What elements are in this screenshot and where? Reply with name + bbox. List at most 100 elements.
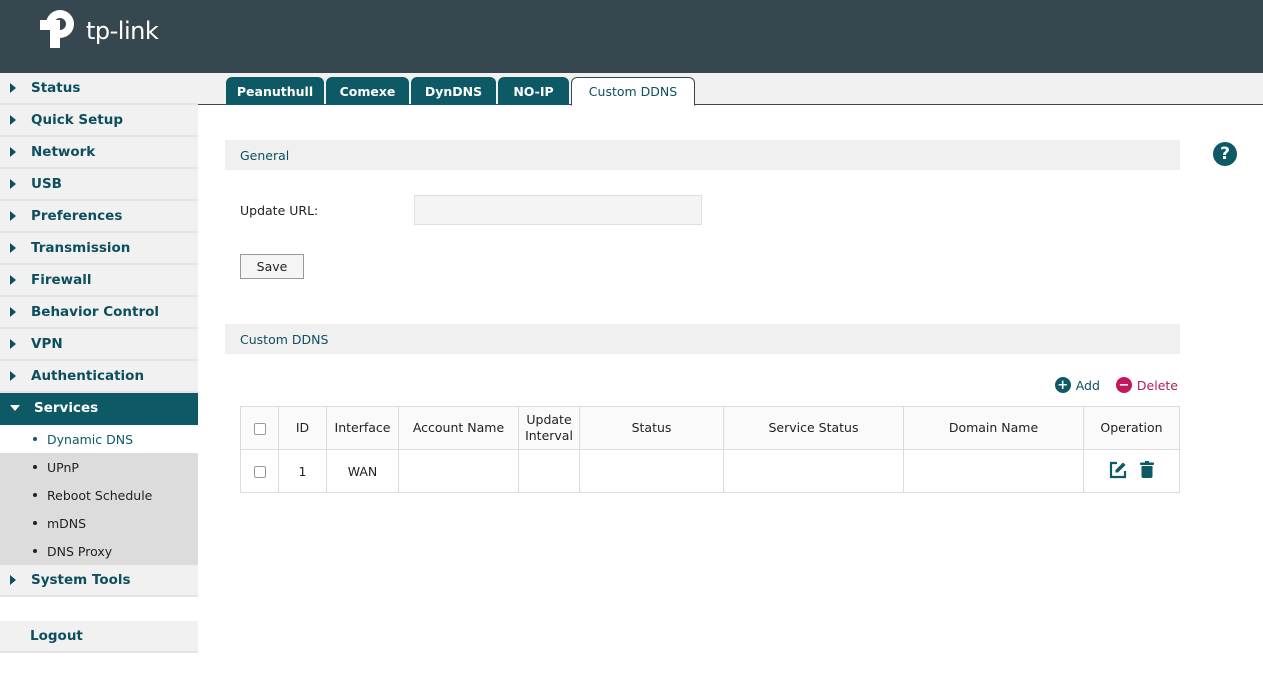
sidebar-item-transmission[interactable]: Transmission	[0, 233, 198, 265]
row-checkbox[interactable]	[253, 466, 266, 478]
caret-right-icon	[10, 339, 16, 349]
sidebar-item-label: Status	[31, 80, 81, 96]
sidebar-subitem-label: Reboot Schedule	[47, 487, 153, 503]
row-select-cell	[240, 449, 279, 493]
sidebar-subitem-label: UPnP	[47, 459, 79, 475]
bullet-icon	[33, 493, 37, 497]
table-header-row: ID Interface Account Name Update Interva…	[240, 406, 1180, 450]
caret-right-icon	[10, 211, 16, 221]
caret-right-icon	[10, 371, 16, 381]
caret-right-icon	[10, 147, 16, 157]
plus-circle-icon: +	[1054, 377, 1071, 393]
sidebar-subitem-upnp[interactable]: UPnP	[0, 453, 198, 481]
sidebar-item-vpn[interactable]: VPN	[0, 329, 198, 361]
tab-no-ip[interactable]: NO-IP	[498, 77, 569, 105]
brand-name: tp-link	[86, 17, 159, 45]
delete-button[interactable]: − Delete	[1115, 377, 1178, 393]
cell-operation	[1083, 449, 1180, 493]
select-all-checkbox[interactable]	[253, 422, 266, 435]
sidebar-spacer	[0, 597, 198, 621]
sidebar-item-label: Services	[34, 400, 99, 416]
sidebar-item-label: Firewall	[31, 272, 92, 288]
caret-right-icon	[10, 115, 16, 125]
tab-comexe[interactable]: Comexe	[326, 77, 409, 105]
sidebar-item-label: Authentication	[31, 368, 145, 384]
column-header-domain-name: Domain Name	[903, 406, 1084, 450]
cell-domain-name	[903, 449, 1084, 493]
cell-service-status	[723, 449, 904, 493]
cell-interface: WAN	[326, 449, 399, 493]
cell-update-interval	[518, 449, 580, 493]
cell-account-name	[398, 449, 519, 493]
sidebar-item-label: Preferences	[31, 208, 123, 224]
sidebar: Status Quick Setup Network USB Preferenc…	[0, 73, 198, 673]
tab-dyndns[interactable]: DynDNS	[411, 77, 496, 105]
update-url-input[interactable]	[414, 195, 702, 225]
sidebar-item-behavior-control[interactable]: Behavior Control	[0, 297, 198, 329]
sidebar-item-usb[interactable]: USB	[0, 169, 198, 201]
general-section-title: General	[225, 140, 1180, 170]
add-button[interactable]: + Add	[1054, 377, 1100, 393]
caret-right-icon	[10, 575, 16, 585]
add-label: Add	[1075, 377, 1100, 393]
ddns-tabs: Peanuthull Comexe DynDNS NO-IP Custom DD…	[198, 73, 1263, 106]
delete-label: Delete	[1136, 377, 1178, 393]
sidebar-item-label: System Tools	[31, 572, 131, 588]
caret-right-icon	[10, 243, 16, 253]
trash-icon[interactable]	[1140, 461, 1155, 481]
sidebar-item-preferences[interactable]: Preferences	[0, 201, 198, 233]
table-row: 1 WAN	[240, 449, 1180, 493]
sidebar-item-label: Quick Setup	[31, 112, 124, 128]
select-all-cell	[240, 406, 279, 450]
table-actions: + Add − Delete	[1054, 377, 1178, 393]
bullet-icon	[33, 521, 37, 525]
sidebar-item-authentication[interactable]: Authentication	[0, 361, 198, 393]
tab-custom-ddns[interactable]: Custom DDNS	[571, 77, 695, 106]
bullet-icon	[33, 437, 37, 441]
sidebar-subitem-reboot-schedule[interactable]: Reboot Schedule	[0, 481, 198, 509]
custom-ddns-section-title: Custom DDNS	[225, 324, 1180, 354]
sidebar-item-label: USB	[31, 176, 62, 192]
help-question-icon[interactable]: ?	[1213, 142, 1237, 166]
sidebar-item-label: Transmission	[31, 240, 131, 256]
caret-right-icon	[10, 307, 16, 317]
tab-peanuthull[interactable]: Peanuthull	[226, 77, 324, 105]
sidebar-item-quick-setup[interactable]: Quick Setup	[0, 105, 198, 137]
column-header-status: Status	[579, 406, 724, 450]
bullet-icon	[33, 549, 37, 553]
column-header-update-interval: Update Interval	[518, 406, 580, 450]
sidebar-item-label: Network	[31, 144, 96, 160]
sidebar-item-firewall[interactable]: Firewall	[0, 265, 198, 297]
cell-status	[579, 449, 724, 493]
column-header-account-name: Account Name	[398, 406, 519, 450]
edit-icon[interactable]	[1109, 461, 1127, 482]
caret-right-icon	[10, 179, 16, 189]
minus-circle-icon: −	[1115, 377, 1132, 393]
top-header: tp-link	[0, 0, 1263, 73]
bullet-icon	[33, 465, 37, 469]
sidebar-item-system-tools[interactable]: System Tools	[0, 565, 198, 597]
caret-down-icon	[10, 405, 20, 411]
tp-link-logo: tp-link	[38, 6, 159, 52]
sidebar-item-network[interactable]: Network	[0, 137, 198, 169]
update-url-label: Update URL:	[240, 203, 319, 218]
sidebar-item-services[interactable]: Services	[0, 393, 198, 425]
sidebar-item-label: Behavior Control	[31, 304, 160, 320]
column-header-interface: Interface	[326, 406, 399, 450]
caret-right-icon	[10, 275, 16, 285]
column-header-service-status: Service Status	[723, 406, 904, 450]
cell-id: 1	[278, 449, 327, 493]
caret-right-icon	[10, 83, 16, 93]
save-button[interactable]: Save	[240, 254, 304, 279]
sidebar-item-status[interactable]: Status	[0, 73, 198, 105]
main-content: General ? Update URL: Save Custom DDNS +…	[198, 105, 1263, 673]
logout-button[interactable]: Logout	[0, 621, 198, 653]
sidebar-subitem-label: Dynamic DNS	[47, 431, 134, 447]
column-header-operation: Operation	[1083, 406, 1180, 450]
sidebar-subitem-dns-proxy[interactable]: DNS Proxy	[0, 537, 198, 565]
custom-ddns-table: ID Interface Account Name Update Interva…	[240, 406, 1180, 493]
sidebar-subitem-label: mDNS	[47, 515, 87, 531]
sidebar-subitem-mdns[interactable]: mDNS	[0, 509, 198, 537]
column-header-id: ID	[278, 406, 327, 450]
sidebar-subitem-dynamic-dns[interactable]: Dynamic DNS	[0, 425, 198, 453]
